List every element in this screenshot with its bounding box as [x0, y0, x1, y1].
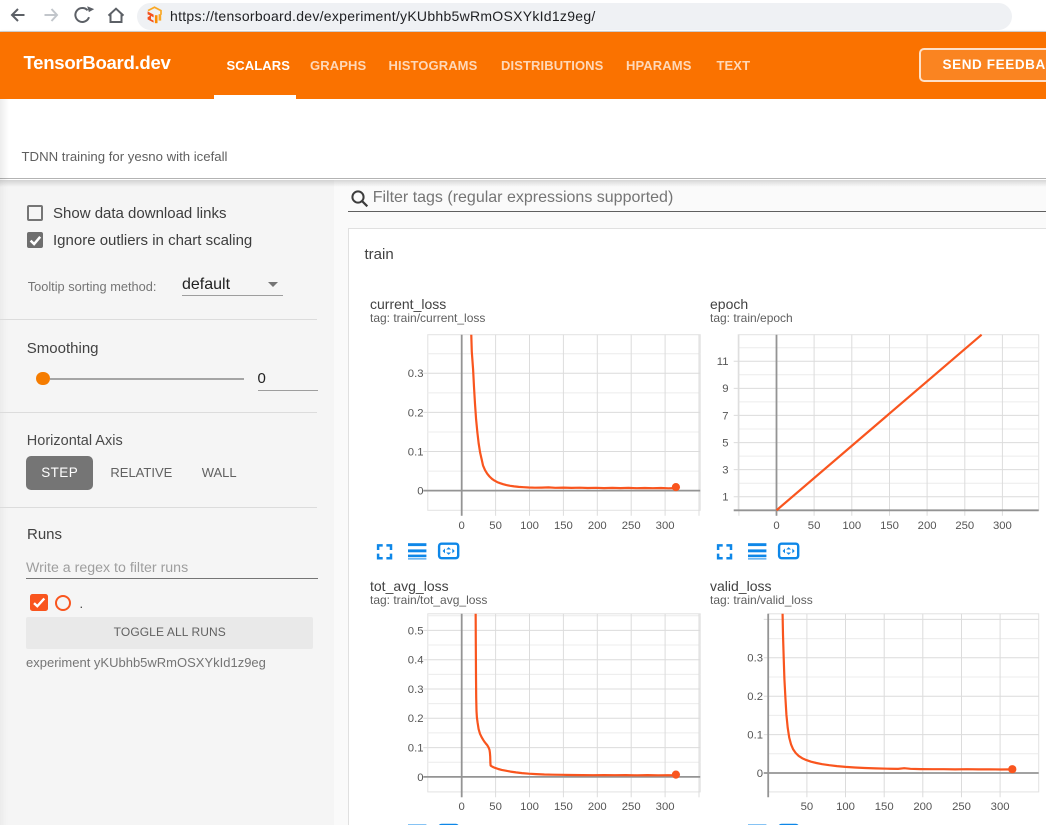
svg-text:100: 100 [836, 801, 855, 813]
svg-text:300: 300 [993, 520, 1012, 532]
svg-text:150: 150 [875, 801, 894, 813]
svg-text:50: 50 [801, 801, 814, 813]
svg-text:9: 9 [722, 383, 728, 395]
svg-text:0.3: 0.3 [408, 368, 424, 380]
svg-text:250: 250 [622, 520, 641, 532]
svg-text:100: 100 [520, 801, 539, 813]
svg-text:5: 5 [722, 437, 728, 449]
svg-text:0: 0 [459, 801, 465, 813]
svg-text:0: 0 [459, 520, 465, 532]
svg-text:0.1: 0.1 [408, 743, 424, 755]
svg-text:0.2: 0.2 [408, 713, 424, 725]
svg-text:100: 100 [520, 520, 539, 532]
svg-text:0.1: 0.1 [408, 446, 424, 458]
svg-text:0: 0 [757, 768, 763, 780]
svg-text:150: 150 [554, 801, 573, 813]
svg-text:3: 3 [722, 465, 728, 477]
svg-text:0.4: 0.4 [408, 655, 424, 667]
svg-text:7: 7 [722, 410, 728, 422]
svg-text:0.2: 0.2 [408, 407, 424, 419]
svg-text:200: 200 [588, 520, 607, 532]
svg-text:300: 300 [656, 520, 675, 532]
svg-text:150: 150 [554, 520, 573, 532]
svg-text:200: 200 [918, 520, 937, 532]
svg-text:0.3: 0.3 [408, 684, 424, 696]
svg-text:200: 200 [913, 801, 932, 813]
svg-text:0: 0 [773, 520, 779, 532]
svg-text:50: 50 [489, 520, 502, 532]
svg-text:11: 11 [717, 356, 729, 368]
svg-text:150: 150 [880, 520, 899, 532]
svg-text:250: 250 [955, 520, 974, 532]
svg-text:0: 0 [417, 486, 423, 498]
svg-text:0.2: 0.2 [747, 691, 763, 703]
svg-text:200: 200 [588, 801, 607, 813]
svg-text:0.1: 0.1 [747, 730, 763, 742]
svg-text:0.3: 0.3 [747, 653, 763, 665]
svg-text:1: 1 [722, 492, 728, 504]
svg-text:0: 0 [417, 772, 423, 784]
svg-text:250: 250 [622, 801, 641, 813]
svg-text:300: 300 [656, 801, 675, 813]
svg-text:300: 300 [991, 801, 1010, 813]
svg-text:250: 250 [952, 801, 971, 813]
svg-text:50: 50 [808, 520, 821, 532]
svg-text:0.5: 0.5 [408, 625, 424, 637]
svg-text:50: 50 [489, 801, 502, 813]
svg-text:100: 100 [842, 520, 861, 532]
